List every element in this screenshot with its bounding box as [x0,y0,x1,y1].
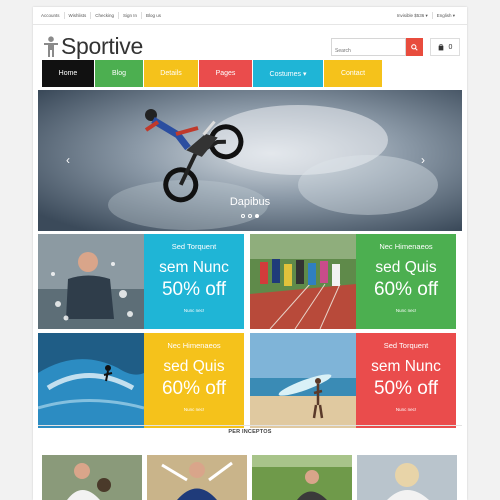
shopping-bag-icon [438,43,443,50]
banner-1-photo [38,234,144,329]
banner-2-kicker: Nec Himenaeos [379,242,433,251]
search-button[interactable] [406,38,423,56]
banner-4-photo [250,333,356,428]
banner-1-headline: sem Nunc [159,259,229,276]
product-thumb-4[interactable] [357,455,457,500]
slider-dot-3[interactable] [255,214,259,218]
promo-banner-2[interactable]: Nec Himenaeos sed Quis 60% off Nunc nec! [250,234,456,329]
banner-1-offer: 50% off [161,279,227,300]
top-link-blog[interactable]: Blog us [142,12,165,19]
promo-banner-3[interactable]: Nec Himenaeos sed Quis 60% off Nunc nec! [38,333,244,428]
promo-banner-4[interactable]: Sed Torquent sem Nunc 50% off Nunc nec! [250,333,456,428]
cart-count: 0 [448,43,453,51]
cart-button[interactable]: 0 [430,38,460,56]
top-link-accounts[interactable]: Accounts [37,12,65,19]
slider-dot-2[interactable] [248,214,252,218]
top-link-checking[interactable]: Checking [91,12,120,19]
banner-3-link[interactable]: Nunc nec! [144,407,244,412]
search-icon [411,43,418,51]
top-bar: Accounts Wishlists Checking Sign In Blog… [33,7,467,25]
banner-3-headline: sed Quis [163,358,225,375]
banner-3-panel: Nec Himenaeos sed Quis 60% off Nunc nec! [144,333,244,428]
slider-pagination [241,214,259,218]
banner-3-photo [38,333,144,428]
nav-home-label: Home [58,70,78,77]
banner-1-link[interactable]: Nunc nec! [144,308,244,313]
section-title: PER INCEPTOS [228,429,272,435]
slider-caption: Dapibus [229,196,271,208]
banner-3-offer: 60% off [161,378,227,399]
promo-banner-1[interactable]: Sed Torquent sem Nunc 50% off Nunc nec! [38,234,244,329]
banner-2-photo [250,234,356,329]
nav-contact-label: Contact [340,70,366,77]
banner-2-headline: sed Quis [375,259,437,276]
slider-image [38,90,462,231]
nav-costumes-label: Costumes ▾ [269,70,307,78]
nav-pages-label: Pages [215,70,236,77]
nav-home[interactable]: Home [42,60,94,87]
language-select[interactable]: English ▾ [431,12,459,19]
nav-pages[interactable]: Pages [199,60,252,87]
nav-contact[interactable]: Contact [324,60,382,87]
currency-select[interactable]: Invisible $536 ▾ [393,12,432,19]
search-box [331,38,406,59]
banner-4-headline: sem Nunc [371,358,441,375]
banner-4-link[interactable]: Nunc nec! [356,407,456,412]
banner-1-kicker: Sed Torquent [171,242,217,251]
nav-costumes[interactable]: Costumes ▾ [253,60,323,87]
main-nav: Home Blog Details Pages Costumes ▾ Conta… [42,60,383,87]
banner-2-offer: 60% off [373,279,439,300]
nav-blog[interactable]: Blog [95,60,143,87]
slider-prev-arrow[interactable]: ‹ [63,153,73,167]
logo-text: Sportive [61,33,143,59]
product-thumb-2[interactable] [147,455,247,500]
product-thumb-1[interactable] [42,455,142,500]
nav-details[interactable]: Details [144,60,198,87]
slider-next-arrow[interactable]: › [418,153,428,167]
top-right-selectors: Invisible $536 ▾ English ▾ [393,12,459,19]
banner-1-panel: Sed Torquent sem Nunc 50% off Nunc nec! [144,234,244,329]
top-links: Accounts Wishlists Checking Sign In Blog… [37,12,165,19]
slider-dot-1[interactable] [241,214,245,218]
top-link-wishlists[interactable]: Wishlists [65,12,92,19]
banner-2-panel: Nec Himenaeos sed Quis 60% off Nunc nec! [356,234,456,329]
banner-4-offer: 50% off [373,378,439,399]
nav-details-label: Details [160,70,182,77]
section-divider [38,425,462,426]
banner-4-panel: Sed Torquent sem Nunc 50% off Nunc nec! [356,333,456,428]
page: Accounts Wishlists Checking Sign In Blog… [33,7,467,500]
nav-blog-label: Blog [111,70,126,77]
top-link-sign-in[interactable]: Sign In [119,12,143,19]
logo-figure-icon [43,35,59,58]
banner-4-kicker: Sed Torquent [383,341,429,350]
search-input[interactable] [332,43,405,59]
hero-slider: ‹ › Dapibus [38,90,462,231]
banner-3-kicker: Nec Himenaeos [167,341,221,350]
banner-2-link[interactable]: Nunc nec! [356,308,456,313]
site-logo[interactable]: Sportive [43,33,143,60]
product-thumb-3[interactable] [252,455,352,500]
